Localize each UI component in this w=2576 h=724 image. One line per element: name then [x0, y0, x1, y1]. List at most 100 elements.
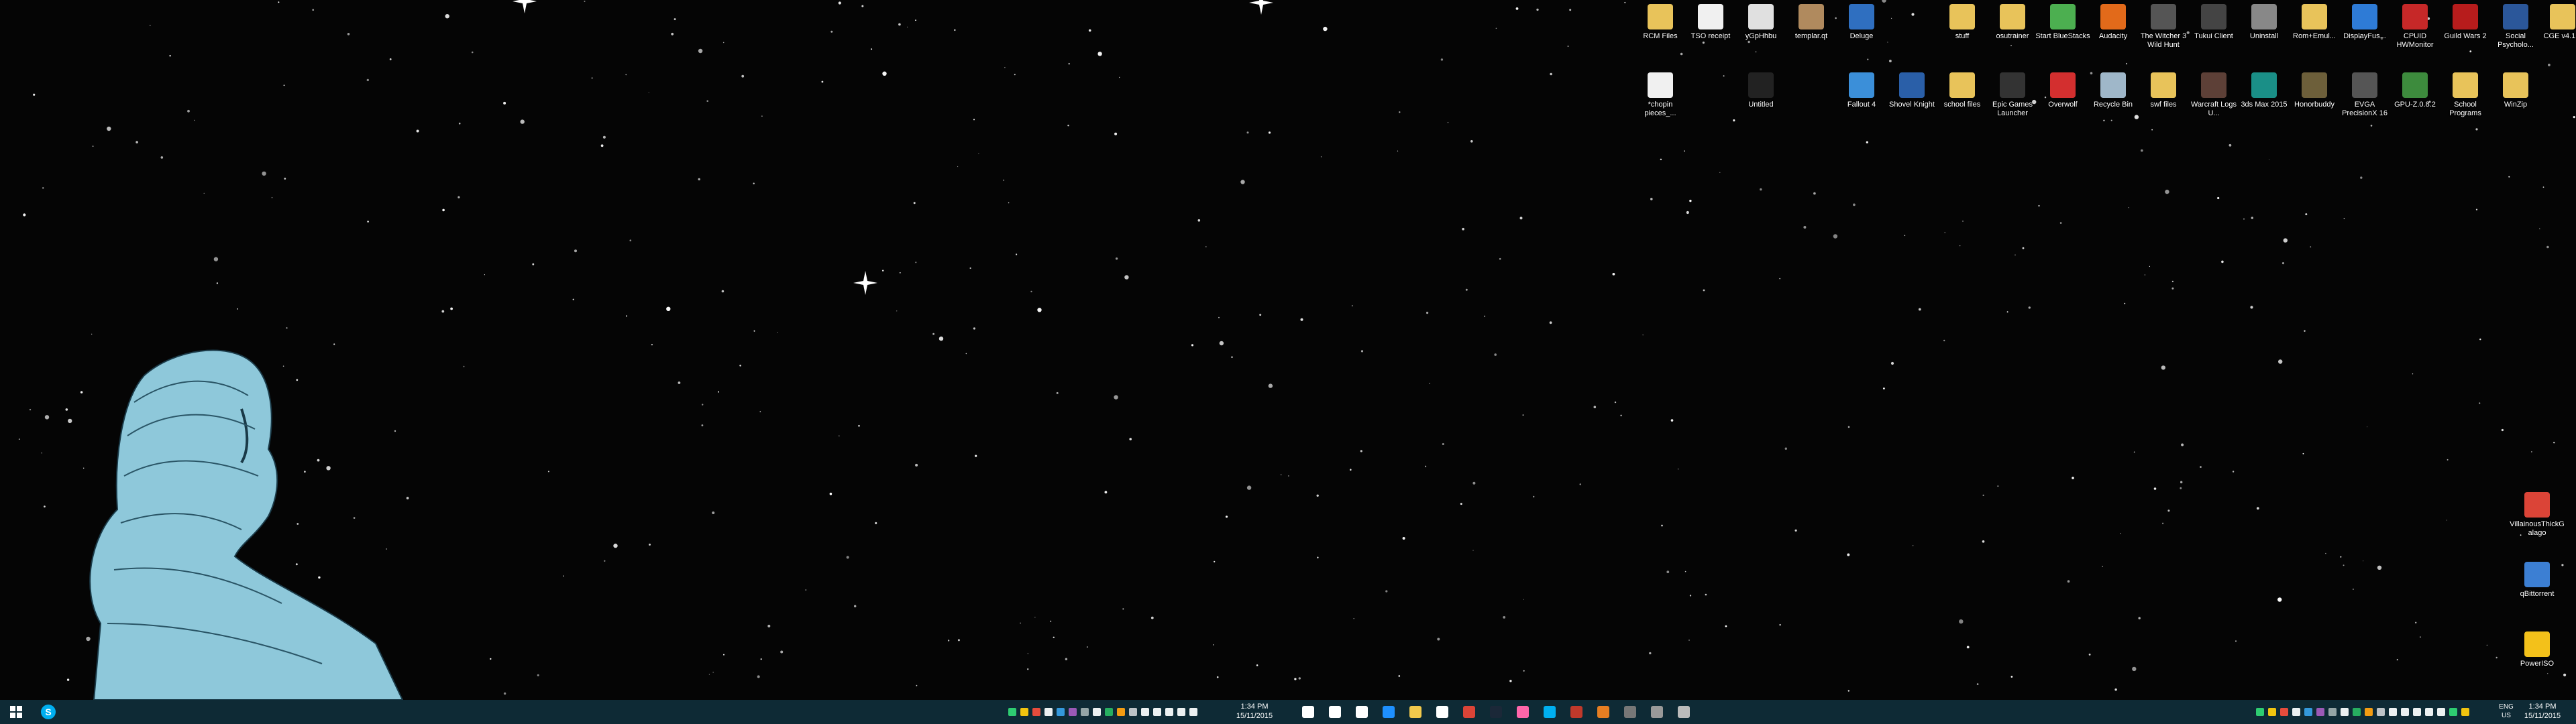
tray-icon[interactable] — [1153, 708, 1161, 716]
star — [187, 109, 190, 113]
star — [2103, 119, 2105, 121]
taskbar-button[interactable] — [1617, 700, 1644, 724]
tray-icon[interactable] — [2401, 708, 2409, 716]
tray-icon[interactable] — [1129, 708, 1137, 716]
taskbar-button[interactable] — [1429, 700, 1456, 724]
desktop-icon[interactable]: *chopin pieces_... — [1631, 72, 1690, 118]
tray-icon[interactable] — [2413, 708, 2421, 716]
star — [1890, 361, 1894, 365]
star — [1426, 312, 1429, 314]
tray-icon[interactable] — [1165, 708, 1173, 716]
tray-icon[interactable] — [1069, 708, 1077, 716]
star — [2396, 659, 2398, 661]
taskbar-button[interactable] — [1536, 700, 1563, 724]
skype-taskbar-button[interactable]: S — [35, 700, 62, 724]
star — [490, 658, 492, 660]
taskbar-button[interactable] — [1590, 700, 1617, 724]
desktop-icon[interactable]: Deluge — [1832, 4, 1891, 41]
star — [1833, 234, 1838, 239]
clock-right[interactable]: 1:34 PM 15/11/2015 — [2516, 702, 2569, 721]
taskbar-button[interactable] — [1375, 700, 1402, 724]
star — [503, 101, 506, 105]
taskbar-button[interactable] — [1295, 700, 1322, 724]
star — [915, 463, 918, 467]
tray-icon[interactable] — [2328, 708, 2337, 716]
star — [1323, 26, 1328, 32]
star — [2165, 189, 2169, 194]
taskbar-button[interactable] — [1509, 700, 1536, 724]
tray-icon[interactable] — [2292, 708, 2300, 716]
taskbar-button[interactable] — [1322, 700, 1348, 724]
epic-icon — [2000, 72, 2025, 98]
taskbar-button[interactable] — [1456, 700, 1483, 724]
tray-icon[interactable] — [2304, 708, 2312, 716]
desktop-icon-label: *chopin pieces_... — [1644, 101, 1676, 117]
tray-icon[interactable] — [1141, 708, 1149, 716]
star — [1067, 125, 1069, 127]
desktop-icon[interactable]: PowerISO — [2508, 631, 2567, 668]
tray-icon[interactable] — [2256, 708, 2264, 716]
tray-icon[interactable] — [1032, 708, 1040, 716]
tray-icon[interactable] — [1044, 708, 1053, 716]
star — [2133, 451, 2135, 453]
taskbar-button[interactable] — [1644, 700, 1670, 724]
tray-icon[interactable] — [2425, 708, 2433, 716]
tray-icon[interactable] — [2437, 708, 2445, 716]
star — [838, 1, 841, 5]
taskbar-button[interactable] — [1483, 700, 1509, 724]
language-region: US — [2502, 712, 2511, 719]
taskbar-button[interactable] — [1402, 700, 1429, 724]
gw2-icon — [2453, 4, 2478, 29]
star — [66, 678, 70, 681]
tray-icon[interactable] — [1093, 708, 1101, 716]
tray-icon[interactable] — [2461, 708, 2469, 716]
tray-icon[interactable] — [1020, 708, 1028, 716]
taskbar-button[interactable] — [1348, 700, 1375, 724]
star — [741, 74, 745, 78]
tray-icon[interactable] — [2389, 708, 2397, 716]
tray-icon[interactable] — [2365, 708, 2373, 716]
star — [1813, 192, 1816, 195]
star — [2377, 565, 2382, 570]
tray-icon[interactable] — [2353, 708, 2361, 716]
star — [975, 455, 977, 457]
star — [1213, 644, 1214, 646]
tray-icon[interactable] — [2377, 708, 2385, 716]
star — [450, 307, 453, 310]
star — [2531, 451, 2532, 452]
tray-icon[interactable] — [1177, 708, 1185, 716]
star — [2496, 656, 2498, 659]
clock-left[interactable]: 1:34 PM 15/11/2015 — [1228, 702, 1281, 721]
task-view-icon — [1356, 706, 1368, 718]
star — [1246, 485, 1252, 490]
desktop-icon[interactable]: CGE v4.1.1 — [2533, 4, 2576, 41]
tray-icon[interactable] — [2449, 708, 2457, 716]
star — [666, 306, 671, 311]
start-button[interactable] — [3, 700, 30, 724]
tray-icon[interactable] — [1105, 708, 1113, 716]
star — [1030, 290, 1032, 293]
desktop-icon[interactable]: WinZip — [2486, 72, 2545, 109]
star — [537, 674, 539, 676]
desktop-icon[interactable]: Untitled — [1731, 72, 1790, 109]
desktop-icon[interactable]: VillainousThickGalago — [2508, 492, 2567, 538]
tray-icon[interactable] — [1008, 708, 1016, 716]
tray-icon[interactable] — [2316, 708, 2324, 716]
desktop-icon[interactable]: qBittorrent — [2508, 562, 2567, 599]
tray-icon[interactable] — [1189, 708, 1197, 716]
star — [2479, 402, 2481, 404]
tray-icon[interactable] — [1057, 708, 1065, 716]
star — [1650, 198, 1653, 200]
tray-icon[interactable] — [2280, 708, 2288, 716]
tray-icon[interactable] — [1117, 708, 1125, 716]
taskbar-button[interactable] — [1563, 700, 1590, 724]
taskbar-button[interactable] — [1670, 700, 1697, 724]
taskbar: S 1:34 PM 15/11/2015 ENG US 1:34 PM 15/1… — [0, 700, 2576, 724]
tray-icon[interactable] — [2341, 708, 2349, 716]
star — [366, 78, 369, 82]
star — [1911, 13, 1915, 16]
tray-icon[interactable] — [2268, 708, 2276, 716]
language-indicator[interactable]: ENG US — [2497, 703, 2516, 720]
star — [759, 411, 761, 412]
tray-icon[interactable] — [1081, 708, 1089, 716]
